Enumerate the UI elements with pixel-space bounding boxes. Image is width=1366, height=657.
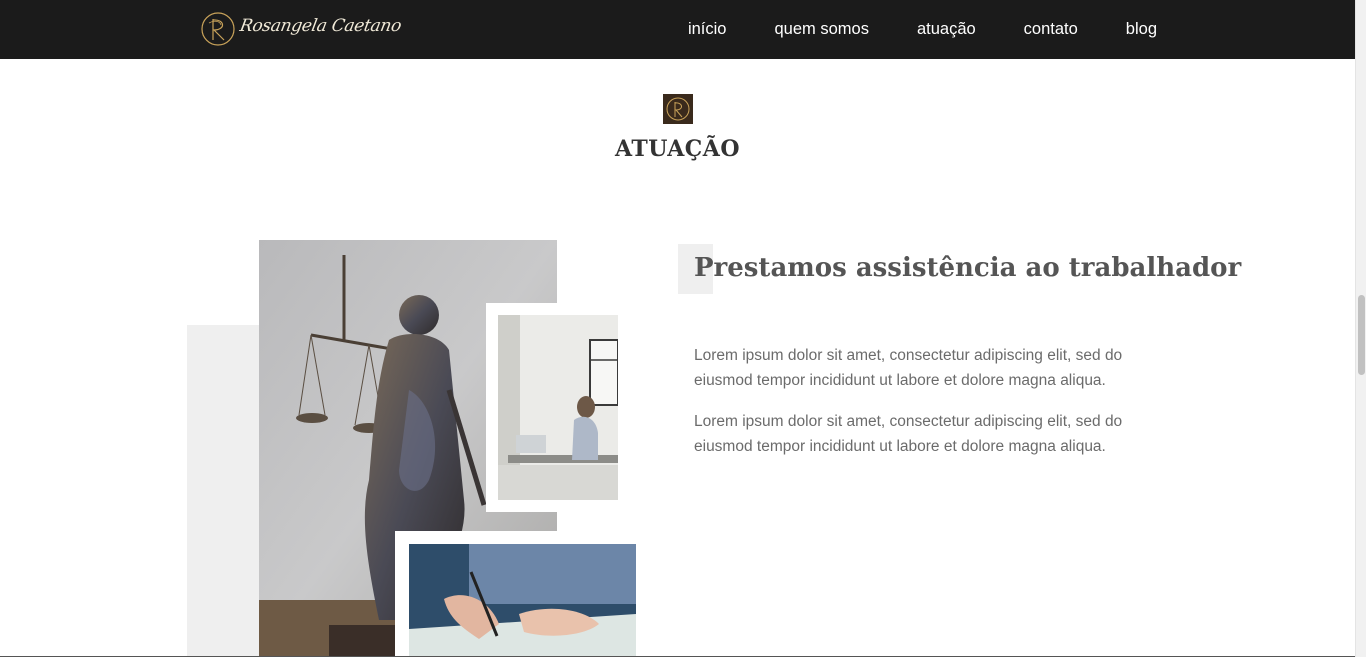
monogram-small-icon xyxy=(666,97,690,121)
nav-item-blog[interactable]: blog xyxy=(1126,20,1157,39)
section-title: ATUAÇÃO xyxy=(614,136,741,162)
nav-item-contato[interactable]: contato xyxy=(1024,20,1078,39)
scrollbar-thumb[interactable] xyxy=(1358,295,1365,375)
site-logo[interactable]: Rosangela Caetano xyxy=(200,11,403,47)
logo-wordmark: Rosangela Caetano xyxy=(238,16,403,36)
page-scrollbar[interactable] xyxy=(1355,0,1366,657)
section-subheading: Prestamos assistência ao trabalhador xyxy=(694,253,1242,283)
nav-item-inicio[interactable]: início xyxy=(688,20,727,39)
section-monogram-icon xyxy=(663,94,693,124)
office-woman-laptop-photo xyxy=(498,315,618,500)
monogram-logo-icon xyxy=(201,12,235,46)
hands-signing-document-photo xyxy=(409,544,636,657)
nav-item-atuacao[interactable]: atuação xyxy=(917,20,976,39)
site-header: Rosangela Caetano início quem somos atua… xyxy=(0,0,1355,59)
body-paragraph: Lorem ipsum dolor sit amet, consectetur … xyxy=(694,413,1123,455)
main-nav: início quem somos atuação contato blog xyxy=(640,0,1157,59)
body-paragraph: Lorem ipsum dolor sit amet, consectetur … xyxy=(694,347,1123,389)
nav-item-quem-somos[interactable]: quem somos xyxy=(774,20,868,39)
